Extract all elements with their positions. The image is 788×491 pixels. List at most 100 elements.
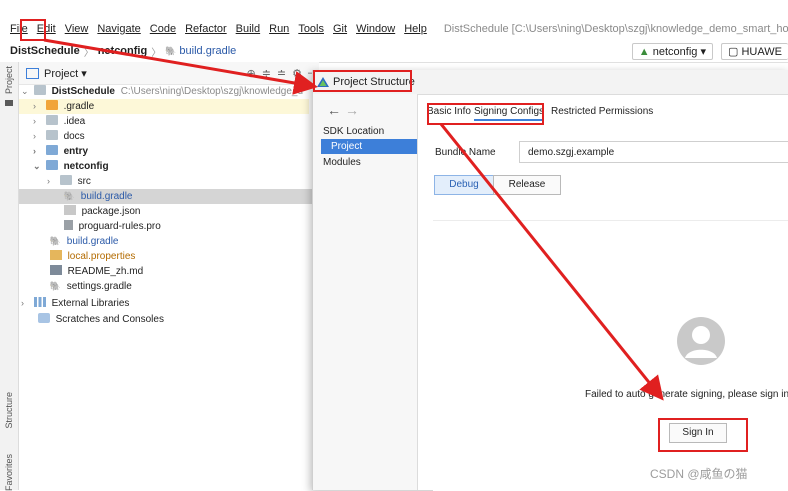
release-button[interactable]: Release — [493, 175, 561, 195]
menu-refactor[interactable]: Refactor — [185, 23, 227, 35]
collapse-arrow-icon[interactable]: › — [33, 144, 43, 159]
scratches-icon — [37, 313, 50, 323]
watermark: CSDN @咸鱼の猫 — [650, 467, 748, 481]
tree-item-netconfig-build-gradle[interactable]: 🐘 build.gradle — [19, 189, 319, 204]
collapse-arrow-icon[interactable]: › — [33, 99, 43, 114]
breadcrumb-module[interactable]: netconfig — [98, 45, 148, 57]
tree-item-src[interactable]: › src — [19, 174, 91, 189]
expand-all-icon[interactable]: ≐ — [277, 67, 286, 80]
project-panel-header: Project ▾ ⊕ ≑ ≐ ⚙ — — [19, 62, 319, 85]
nav-modules[interactable]: Modules — [323, 155, 361, 170]
menu-git[interactable]: Git — [333, 23, 347, 35]
collapse-arrow-icon[interactable]: › — [33, 129, 43, 144]
expand-arrow-icon[interactable]: ⌄ — [21, 84, 31, 99]
project-view-select[interactable]: Project ▾ — [44, 67, 87, 80]
tree-item-label: README_zh.md — [67, 266, 144, 277]
tree-item-label: External Libraries — [51, 298, 130, 309]
library-icon — [33, 297, 46, 307]
breadcrumb-file[interactable]: build.gradle — [179, 45, 236, 57]
module-folder-icon — [45, 160, 58, 170]
tree-root-row[interactable]: ⌄ DistSchedule C:\Users\ning\Desktop\szg… — [19, 84, 319, 99]
tree-item-scratches[interactable]: Scratches and Consoles — [19, 312, 164, 327]
json-file-icon — [63, 205, 76, 215]
tree-item-external-libraries[interactable]: › External Libraries — [19, 296, 129, 311]
folder-icon — [45, 100, 58, 110]
device-icon: ▢ — [727, 45, 739, 58]
tree-item-label: .gradle — [63, 101, 95, 112]
nav-sdk-location[interactable]: SDK Location — [323, 124, 384, 139]
gradle-icon: 🐘 — [165, 45, 177, 56]
tree-item-label: Scratches and Consoles — [55, 314, 164, 325]
back-arrow-icon[interactable]: ← — [327, 102, 341, 118]
gradle-icon: 🐘 — [49, 281, 61, 291]
annotation-box-signing-tab — [427, 103, 544, 125]
tree-item-netconfig[interactable]: ⌄ netconfig — [19, 159, 109, 174]
menu-window[interactable]: Window — [356, 23, 395, 35]
folder-icon — [45, 130, 58, 140]
tree-item-label: build.gradle — [66, 236, 119, 247]
breadcrumb-separator-icon: 〉 — [151, 47, 162, 59]
dialog-nav-panel: ← → SDK Location Project Modules — [313, 94, 418, 490]
menu-run[interactable]: Run — [269, 23, 289, 35]
menu-navigate[interactable]: Navigate — [97, 23, 140, 35]
tab-restricted-permissions[interactable]: Restricted Permissions — [551, 106, 653, 117]
forward-arrow-icon[interactable]: → — [345, 102, 359, 118]
root-path: C:\Users\ning\Desktop\szgj\knowledge_d — [120, 86, 304, 97]
gradle-icon: 🐘 — [63, 191, 75, 201]
device-label: HUAWE — [741, 45, 782, 58]
tree-item-local-properties[interactable]: local.properties — [19, 249, 135, 264]
gradle-icon: 🐘 — [49, 236, 61, 246]
menu-tools[interactable]: Tools — [298, 23, 324, 35]
tree-item-proguard[interactable]: proguard-rules.pro — [19, 219, 161, 234]
module-folder-icon — [45, 145, 58, 155]
collapse-arrow-icon[interactable]: › — [47, 174, 57, 189]
menu-code[interactable]: Code — [150, 23, 176, 35]
collapse-arrow-icon[interactable]: › — [21, 296, 31, 311]
tree-item-docs[interactable]: › docs — [19, 129, 85, 144]
bundle-name-field[interactable]: demo.szgj.example — [519, 141, 788, 163]
menu-bar: File Edit View Navigate Code Refactor Bu… — [0, 18, 788, 40]
collapse-all-icon[interactable]: ≑ — [262, 67, 271, 80]
tree-item-label: build.gradle — [80, 191, 133, 202]
tool-window-strip: Project Structure Favorites — [0, 62, 19, 491]
breadcrumb-separator-icon: 〉 — [83, 47, 94, 59]
settings-gear-icon[interactable]: ⚙ — [292, 67, 302, 80]
run-config-select[interactable]: ▲ netconfig ▾ — [631, 42, 713, 60]
structure-tool-tab[interactable]: Structure — [4, 392, 14, 429]
root-name: DistSchedule — [51, 86, 115, 97]
collapse-arrow-icon[interactable]: › — [33, 114, 43, 129]
folder-icon — [45, 115, 58, 125]
menu-view[interactable]: View — [65, 23, 89, 35]
tree-item-root-build-gradle[interactable]: 🐘 build.gradle — [19, 234, 119, 249]
nav-project[interactable]: Project — [321, 139, 417, 154]
tree-item-entry[interactable]: › entry — [19, 144, 88, 159]
annotation-box-file — [20, 19, 46, 41]
favorites-tool-tab[interactable]: Favorites — [4, 454, 14, 491]
tree-item-package-json[interactable]: package.json — [19, 204, 141, 219]
annotation-box-sign-in — [658, 418, 748, 452]
navigation-bar: DistSchedule 〉 netconfig 〉 🐘 build.gradl… — [0, 40, 788, 63]
menu-build[interactable]: Build — [236, 23, 260, 35]
menu-help[interactable]: Help — [404, 23, 427, 35]
project-view-icon — [26, 67, 39, 79]
tree-item-settings-gradle[interactable]: 🐘 settings.gradle — [19, 279, 132, 294]
folder-tool-icon[interactable] — [5, 100, 13, 106]
breadcrumb-project[interactable]: DistSchedule — [10, 45, 80, 57]
tree-item-label: docs — [63, 131, 85, 142]
text-file-icon — [63, 220, 73, 230]
locate-icon[interactable]: ⊕ — [246, 67, 255, 80]
tree-item-gradle[interactable]: › .gradle — [19, 99, 309, 114]
tree-item-label: settings.gradle — [66, 281, 132, 292]
tree-item-idea[interactable]: › .idea — [19, 114, 85, 129]
markdown-file-icon — [49, 265, 62, 275]
run-config-label: netconfig ▾ — [652, 45, 706, 58]
avatar-icon — [677, 317, 725, 365]
properties-file-icon — [49, 250, 62, 260]
expand-arrow-icon[interactable]: ⌄ — [33, 159, 43, 174]
project-tool-tab[interactable]: Project — [4, 66, 14, 94]
device-select[interactable]: ▢ HUAWE — [720, 42, 788, 60]
debug-button[interactable]: Debug — [434, 175, 494, 195]
window-title: DistSchedule [C:\Users\ning\Desktop\szgj… — [443, 23, 788, 35]
tree-item-label: local.properties — [67, 251, 136, 262]
tree-item-readme[interactable]: README_zh.md — [19, 264, 143, 279]
